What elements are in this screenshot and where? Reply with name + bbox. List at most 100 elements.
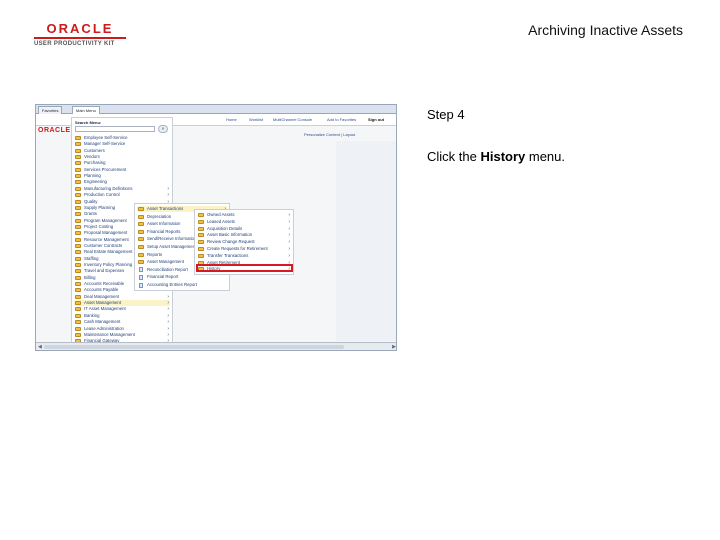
chevron-right-icon: › [167, 185, 169, 192]
menu-item-label: Acquisition Details [207, 225, 243, 231]
menu-item-financial-report[interactable]: Financial Report [137, 274, 227, 280]
menu-item-label: Asset Management [84, 300, 122, 306]
folder-icon [75, 174, 81, 179]
instruction-suffix: menu. [525, 149, 566, 164]
menu-item-purchasing[interactable]: Purchasing [74, 160, 170, 166]
menu-item-production-control[interactable]: Production Control › [74, 192, 170, 198]
multichannel-console-link[interactable]: MultiChannel Console [273, 117, 312, 122]
folder-icon [138, 245, 144, 249]
menu-item-transfer-transactions[interactable]: Transfer Transactions › [197, 253, 291, 259]
menu-item-label: Supply Planning [84, 204, 116, 210]
menu-item-label: Reconciliation Report [147, 266, 188, 272]
menu-item-leased-assets[interactable]: Leased Assets › [197, 219, 291, 225]
menu-item-deal-management[interactable]: Deal Management › [74, 294, 170, 300]
slide-title: Archiving Inactive Assets [528, 22, 683, 38]
scroll-thumb[interactable] [44, 345, 344, 349]
menu-item-asset-management[interactable]: Asset Management › [74, 300, 170, 307]
logo-wordmark: ORACLE [46, 21, 114, 36]
menu-item-create-requests-for-retirement[interactable]: Create Requests for Retirement › [197, 246, 291, 252]
folder-icon [198, 253, 204, 258]
menu-item-customers[interactable]: Customers [74, 148, 170, 154]
scroll-right-icon[interactable]: ▶ [392, 344, 396, 350]
home-link[interactable]: Home [226, 117, 237, 122]
folder-icon [75, 212, 81, 217]
menu-item-asset-basic-information[interactable]: Asset Basic Information › [197, 232, 291, 238]
folder-icon [75, 224, 81, 229]
menu-item-label: Asset Information [147, 221, 181, 227]
menu-item-acquisition-details[interactable]: Acquisition Details › [197, 226, 291, 232]
logo-product-name: USER PRODUCTIVITY KIT [34, 41, 115, 47]
folder-icon [75, 155, 81, 160]
menu-item-manufacturing-definitions[interactable]: Manufacturing Definitions › [74, 186, 170, 192]
menu-item-label: Customer Contracts [84, 242, 123, 248]
search-go-button[interactable]: » [158, 125, 168, 133]
menu-item-maintenance-management[interactable]: Maintenance Management › [74, 332, 170, 338]
menu-item-label: Real Estate Management [84, 249, 133, 255]
menu-item-manager-self-service[interactable]: Manager Self-Service [74, 141, 170, 147]
menu-item-engineering[interactable]: Engineering [74, 179, 170, 185]
folder-icon [75, 148, 81, 153]
menu-item-label: Planning [84, 173, 101, 179]
chevron-right-icon: › [167, 331, 169, 338]
instruction-prefix: Click the [427, 149, 481, 164]
search-menu-label: Search Menu: [75, 120, 102, 125]
menu-item-label: Create Requests for Retirement [207, 246, 268, 251]
menu-item-label: Financial Report [147, 274, 179, 280]
folder-icon [75, 275, 81, 280]
chevron-right-icon: › [288, 232, 290, 239]
chevron-right-icon: › [167, 293, 169, 300]
personalize-links[interactable]: Personalize Content | Layout [304, 132, 355, 137]
sign-out-link[interactable]: Sign out [368, 117, 384, 122]
menu-item-label: Vendors [84, 154, 100, 160]
menu-item-planning[interactable]: Planning [74, 173, 170, 179]
folder-icon [75, 218, 81, 223]
menu-item-banking[interactable]: Banking › [74, 313, 170, 319]
chevron-right-icon: › [167, 192, 169, 199]
folder-icon [138, 222, 144, 227]
menu-item-label: Lease Administration [84, 325, 124, 331]
folder-icon [75, 301, 81, 306]
menu-item-lease-administration[interactable]: Lease Administration › [74, 326, 170, 332]
menu-item-label: Employee Self-Service [84, 135, 128, 140]
menu-item-employee-self-service[interactable]: Employee Self-Service [74, 135, 170, 141]
menu-item-vendors[interactable]: Vendors [74, 154, 170, 160]
menu-item-cash-management[interactable]: Cash Management › [74, 319, 170, 325]
folder-icon [75, 256, 81, 261]
folder-icon [138, 260, 144, 265]
folder-icon [198, 213, 204, 217]
folder-icon [75, 250, 81, 255]
folder-icon [198, 233, 204, 238]
chevron-right-icon: › [288, 218, 290, 225]
menu-item-review-change-request[interactable]: Review Change Request › [197, 239, 291, 245]
menu-item-owned-assets[interactable]: Owned Assets › [197, 212, 291, 218]
application-screenshot: Favorites Main Menu Home Worklist MultiC… [35, 104, 397, 351]
worklist-link[interactable]: Worklist [249, 117, 263, 122]
menu-item-label: Proposal Management [84, 230, 128, 236]
folder-icon [75, 326, 81, 331]
menu-item-label: Maintenance Management [84, 331, 135, 337]
menu-item-label: Accounts Payable [84, 287, 119, 293]
menu-item-label: Purchasing [84, 160, 106, 166]
menu-item-services-procurement[interactable]: Services Procurement [74, 167, 170, 173]
menu-item-label: Asset Management [147, 259, 185, 265]
folder-icon [198, 247, 204, 251]
add-to-favorites-link[interactable]: Add to Favorites [327, 117, 356, 122]
scroll-left-icon[interactable]: ◀ [38, 344, 42, 350]
menu-item-it-asset-management[interactable]: IT Asset Management › [74, 306, 170, 312]
menu-item-label: IT Asset Management [84, 306, 126, 312]
search-menu-input[interactable] [75, 126, 155, 132]
tab-main-menu[interactable]: Main Menu [72, 106, 100, 114]
menu-item-accounting-entries-report[interactable]: Accounting Entries Report [137, 282, 227, 288]
folder-icon [75, 282, 81, 287]
menu-item-label: Accounting Entries Report [147, 282, 197, 287]
folder-icon [75, 307, 81, 312]
tab-favorites[interactable]: Favorites [38, 106, 63, 114]
chevron-right-icon: › [288, 212, 290, 218]
menu-item-label: Travel and Expenses [84, 268, 125, 274]
folder-icon [75, 199, 81, 204]
horizontal-scrollbar[interactable]: ◀ ▶ [36, 342, 396, 350]
menu-item-label: Billing [84, 274, 96, 280]
folder-icon [75, 263, 81, 267]
document-icon [139, 267, 143, 273]
folder-icon [75, 288, 81, 293]
